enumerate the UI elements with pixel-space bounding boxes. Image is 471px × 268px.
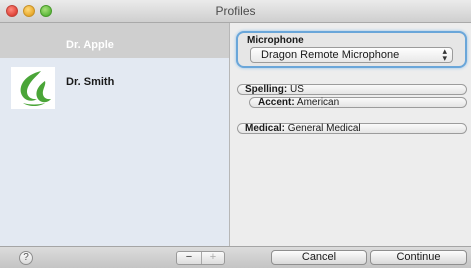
- add-remove-profile-control: − +: [176, 251, 225, 265]
- accent-value: American: [296, 97, 340, 108]
- profile-list: Dr. Apple Dr. Smith: [0, 23, 230, 246]
- profile-item-dr-apple[interactable]: Dr. Apple: [0, 23, 229, 58]
- select-arrows-icon: ▴ ▾: [442, 46, 447, 63]
- medical-label: Medical:: [245, 123, 286, 134]
- window-title: Profiles: [215, 4, 256, 18]
- accent-pill[interactable]: Accent: American: [249, 97, 467, 108]
- profile-name: Dr. Smith: [66, 76, 115, 88]
- spelling-value: US: [290, 84, 304, 95]
- dragon-logo-icon: [11, 67, 55, 109]
- microphone-select-value: Dragon Remote Microphone: [261, 49, 400, 61]
- profiles-window: Profiles Dr. Apple Dr. Smith Microphone …: [0, 0, 471, 268]
- title-bar: Profiles: [0, 0, 471, 23]
- microphone-group: Microphone Dragon Remote Microphone ▴ ▾: [236, 31, 467, 68]
- continue-button[interactable]: Continue: [370, 250, 467, 265]
- help-button[interactable]: ?: [19, 251, 33, 265]
- spelling-label: Spelling:: [245, 84, 288, 95]
- medical-pill[interactable]: Medical: General Medical: [237, 123, 467, 134]
- accent-label: Accent:: [258, 97, 295, 108]
- cancel-button[interactable]: Cancel: [271, 250, 367, 265]
- remove-profile-button[interactable]: −: [177, 252, 202, 264]
- profile-name: Dr. Apple: [66, 39, 114, 51]
- medical-value: General Medical: [287, 123, 361, 134]
- microphone-label: Microphone: [247, 35, 304, 46]
- add-profile-button[interactable]: +: [202, 252, 224, 264]
- spelling-pill[interactable]: Spelling: US: [237, 84, 467, 95]
- bottom-toolbar: ? − + Cancel Continue: [0, 246, 471, 268]
- profile-item-dr-smith[interactable]: Dr. Smith: [0, 58, 229, 109]
- microphone-select[interactable]: Dragon Remote Microphone ▴ ▾: [250, 47, 453, 63]
